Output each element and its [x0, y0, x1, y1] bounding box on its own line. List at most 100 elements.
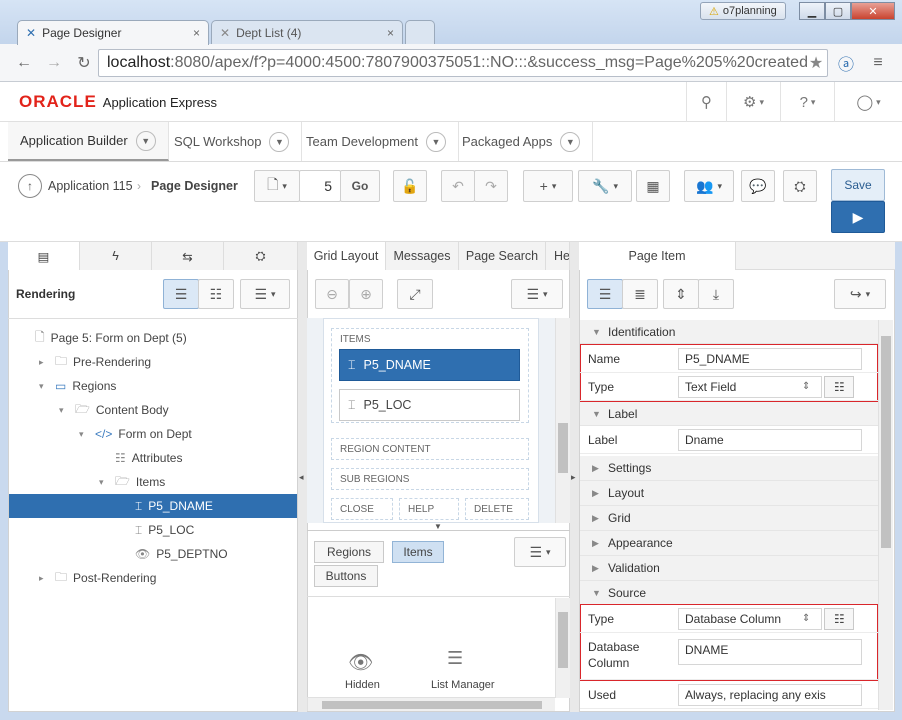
close-tab-icon[interactable]: ×: [387, 26, 394, 40]
run-page-play-icon[interactable]: ▶: [831, 201, 885, 233]
group-label[interactable]: ▼ Label: [580, 402, 878, 426]
group-identification[interactable]: ▼ Identification: [580, 320, 878, 344]
region-content-dropzone[interactable]: REGION CONTENT: [331, 438, 529, 460]
sub-regions-dropzone[interactable]: SUB REGIONS: [331, 468, 529, 490]
collapse-all-icon[interactable]: ⇕: [663, 279, 699, 309]
scrollbar-thumb[interactable]: [558, 612, 568, 668]
redo-icon[interactable]: ↷: [474, 170, 508, 202]
utilities-wrench-icon[interactable]: 🔧 ▾: [578, 170, 632, 202]
used-select[interactable]: Always, replacing any exis: [678, 683, 862, 706]
page-selector-button[interactable]: 🗋 ▾: [254, 170, 300, 202]
help-menu-icon[interactable]: ? ▾: [780, 82, 834, 122]
tree-node[interactable]: 🗋 Page 5: Form on Dept (5): [9, 326, 297, 350]
extension-icon[interactable]: ⓐ: [834, 51, 858, 75]
expand-icon[interactable]: ⤢: [397, 279, 433, 309]
back-arrow-icon[interactable]: ←: [12, 51, 36, 75]
expand-all-icon[interactable]: ⤓: [698, 279, 734, 309]
gallery-scrollbar[interactable]: [555, 598, 570, 698]
tree-node[interactable]: ▸ 🗀 Pre-Rendering: [9, 350, 297, 374]
group-collapsed[interactable]: ▶ Layout: [580, 481, 878, 506]
page-number-input[interactable]: 5: [299, 170, 341, 202]
zoom-out-icon[interactable]: ⊖: [315, 279, 349, 309]
tab-messages[interactable]: Messages: [386, 242, 459, 270]
browser-profile-badge[interactable]: ⚠ o7planning: [700, 2, 786, 20]
type-select[interactable]: Text Field: [678, 375, 822, 398]
collapse-right-icon[interactable]: ▸: [571, 472, 576, 483]
browser-tab-dept-list[interactable]: ✕ Dept List (4) ×: [211, 20, 403, 45]
select-arrows-icon[interactable]: ⇕: [802, 381, 810, 392]
tab-page-search[interactable]: Page Search: [459, 242, 546, 270]
tab-grid-layout[interactable]: Grid Layout: [307, 242, 386, 270]
up-arrow-icon[interactable]: ↑: [18, 174, 42, 198]
admin-menu-icon[interactable]: ⚙ ▾: [726, 82, 780, 122]
show-all-icon[interactable]: ≣: [622, 279, 658, 309]
zoom-in-icon[interactable]: ⊕: [349, 279, 383, 309]
group-source[interactable]: ▼ Source: [580, 581, 878, 605]
tree-node[interactable]: ⌶ P5_DNAME: [9, 494, 297, 518]
team-dev-icon[interactable]: 👥 ▾: [684, 170, 734, 202]
collapse-left-icon[interactable]: ◂: [299, 472, 304, 483]
menu-application-builder[interactable]: Application Builder ▼: [8, 122, 169, 161]
label-input[interactable]: Dname: [678, 428, 862, 451]
maximize-icon[interactable]: ▢: [825, 2, 851, 20]
close-tab-icon[interactable]: ×: [193, 26, 200, 40]
tree-node[interactable]: ▾ 🗁 Items: [9, 470, 297, 494]
close-window-icon[interactable]: ✕: [851, 2, 895, 20]
minimize-icon[interactable]: ▁: [799, 2, 825, 20]
gallery-tab-regions[interactable]: Regions: [314, 541, 384, 563]
menu-team-development[interactable]: Team Development ▼: [294, 122, 459, 161]
help-dropzone[interactable]: HELP: [399, 498, 459, 520]
comments-icon[interactable]: 💬: [741, 170, 775, 202]
tab-processing[interactable]: ⇆: [152, 242, 224, 270]
delete-dropzone[interactable]: DELETE: [465, 498, 529, 520]
go-button[interactable]: Go: [340, 170, 380, 202]
scrollbar-thumb[interactable]: [558, 423, 568, 473]
forward-arrow-icon[interactable]: →: [42, 51, 66, 75]
grid-scrollbar[interactable]: [555, 318, 570, 523]
chevron-down-icon[interactable]: ▼: [426, 131, 446, 152]
reload-icon[interactable]: ↻: [72, 51, 96, 75]
breadcrumb-application[interactable]: Application 115: [48, 179, 133, 193]
gallery-hscrollbar[interactable]: [307, 697, 555, 711]
lock-icon[interactable]: 🔓: [393, 170, 427, 202]
shared-components-icon[interactable]: ▦: [636, 170, 670, 202]
go-to-group-icon[interactable]: ↪ ▾: [834, 279, 886, 309]
oracle-apex-logo[interactable]: ORACLE Application Express: [19, 92, 217, 112]
tree-node[interactable]: ▾ ▭ Regions: [9, 374, 297, 398]
browser-menu-icon[interactable]: ≡: [866, 51, 890, 75]
tree-toggle-icon[interactable]: ▾: [59, 405, 69, 416]
tab-dynamic-actions[interactable]: ϟ: [80, 242, 152, 270]
list-manager-icon[interactable]: ☰: [447, 648, 463, 669]
tab-page-item[interactable]: Page Item: [579, 242, 736, 270]
tree-node[interactable]: ▸ 🗀 Post-Rendering: [9, 566, 297, 590]
chevron-down-icon[interactable]: ▼: [560, 131, 581, 152]
shapes-icon[interactable]: ⛭: [783, 170, 817, 202]
browser-tab-page-designer[interactable]: ✕ Page Designer ×: [17, 20, 209, 45]
tree-view-ordered-icon[interactable]: ☰: [163, 279, 199, 309]
list-picker-icon[interactable]: ☷: [824, 375, 855, 398]
gallery-menu-icon[interactable]: ☰ ▾: [514, 537, 566, 567]
tree-toggle-icon[interactable]: ▾: [99, 477, 109, 488]
scrollbar-thumb[interactable]: [322, 701, 542, 709]
property-scrollbar[interactable]: [878, 320, 893, 710]
menu-sql-workshop[interactable]: SQL Workshop ▼: [162, 122, 303, 161]
close-dropzone[interactable]: CLOSE: [331, 498, 393, 520]
undo-icon[interactable]: ↶: [441, 170, 475, 202]
grid-item-p5-loc[interactable]: ⌶ P5_LOC: [339, 389, 520, 421]
group-collapsed[interactable]: ▶ Validation: [580, 556, 878, 581]
bookmark-star-icon[interactable]: ★: [804, 51, 828, 75]
scrollbar-thumb[interactable]: [881, 336, 891, 548]
grid-item-p5-dname[interactable]: ⌶ P5_DNAME: [339, 349, 520, 381]
select-arrows-icon[interactable]: ⇕: [802, 613, 810, 624]
tree-menu-icon[interactable]: ☰ ▾: [240, 279, 290, 309]
group-collapsed[interactable]: ▶ Appearance: [580, 531, 878, 556]
source-type-select[interactable]: Database Column: [678, 607, 822, 630]
gallery-tab-buttons[interactable]: Buttons: [314, 565, 378, 587]
group-collapsed[interactable]: ▶ Settings: [580, 456, 878, 481]
save-button[interactable]: Save: [831, 169, 885, 201]
search-icon[interactable]: ⚲: [686, 82, 726, 122]
tab-shared[interactable]: ⛭: [224, 242, 298, 270]
tree-toggle-icon[interactable]: ▸: [39, 573, 49, 584]
user-menu-icon[interactable]: ◯ ▾: [834, 82, 902, 122]
hidden-eye-icon[interactable]: 👁: [348, 650, 373, 675]
